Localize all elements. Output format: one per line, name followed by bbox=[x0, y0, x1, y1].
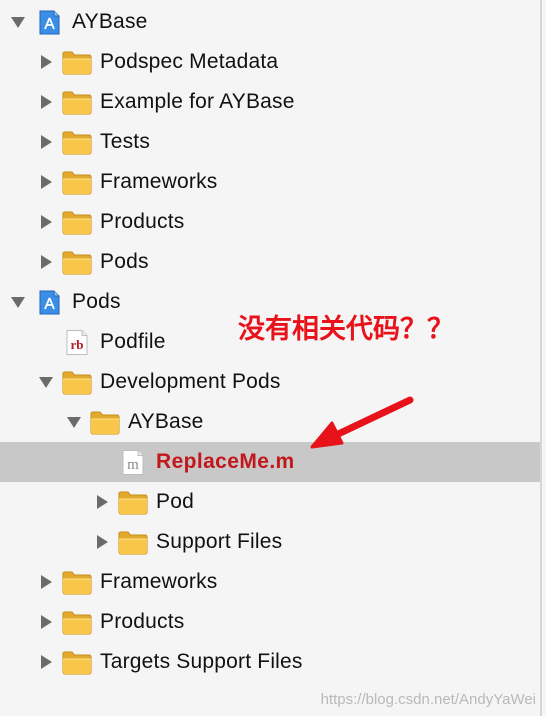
tree-row-support-files[interactable]: Support Files bbox=[0, 522, 540, 562]
tree-row-aybase[interactable]: AYBase bbox=[0, 402, 540, 442]
tree-item-label: Support Files bbox=[156, 530, 283, 553]
disclosure-expanded-icon[interactable] bbox=[10, 14, 26, 30]
tree-row-replaceme-m[interactable]: m ReplaceMe.m bbox=[0, 442, 540, 482]
annotation-arrow bbox=[310, 396, 414, 449]
tree-row-targets-support-files[interactable]: Targets Support Files bbox=[0, 642, 540, 682]
tree-item-label: Targets Support Files bbox=[100, 650, 303, 673]
project-icon bbox=[34, 10, 64, 35]
sidebar-divider bbox=[540, 0, 542, 716]
disclosure-collapsed-icon[interactable] bbox=[38, 134, 54, 150]
annotation-text: 没有相关代码？？ bbox=[238, 314, 454, 345]
folder-icon bbox=[118, 530, 148, 555]
disclosure-collapsed-icon[interactable] bbox=[38, 654, 54, 670]
tree-item-label: Products bbox=[100, 610, 185, 633]
disclosure-collapsed-icon[interactable] bbox=[38, 94, 54, 110]
disclosure-expanded-icon[interactable] bbox=[10, 294, 26, 310]
tree-row-development-pods[interactable]: Development Pods bbox=[0, 362, 540, 402]
disclosure-expanded-icon[interactable] bbox=[66, 414, 82, 430]
tree-item-label: ReplaceMe.m bbox=[156, 450, 295, 473]
watermark: https://blog.csdn.net/AndyYaWei bbox=[320, 691, 536, 708]
tree-row-products[interactable]: Products bbox=[0, 602, 540, 642]
ruby-file-icon: rb bbox=[62, 330, 92, 355]
folder-icon bbox=[118, 490, 148, 515]
tree-item-label: Pods bbox=[100, 250, 149, 273]
disclosure-collapsed-icon[interactable] bbox=[94, 534, 110, 550]
svg-text:rb: rb bbox=[71, 337, 84, 352]
svg-text:m: m bbox=[127, 457, 139, 473]
tree-item-label: Products bbox=[100, 210, 185, 233]
tree-row-frameworks[interactable]: Frameworks bbox=[0, 162, 540, 202]
tree-item-label: Frameworks bbox=[100, 570, 218, 593]
disclosure-collapsed-icon[interactable] bbox=[94, 494, 110, 510]
tree-item-label: Example for AYBase bbox=[100, 90, 295, 113]
disclosure-collapsed-icon[interactable] bbox=[38, 54, 54, 70]
tree-row-pods[interactable]: Pods bbox=[0, 242, 540, 282]
folder-icon bbox=[62, 90, 92, 115]
folder-icon bbox=[90, 410, 120, 435]
tree-row-example-for-aybase[interactable]: Example for AYBase bbox=[0, 82, 540, 122]
tree-row-products[interactable]: Products bbox=[0, 202, 540, 242]
tree-row-tests[interactable]: Tests bbox=[0, 122, 540, 162]
tree-item-label: Development Pods bbox=[100, 370, 281, 393]
folder-icon bbox=[62, 650, 92, 675]
folder-icon bbox=[62, 570, 92, 595]
tree-row-frameworks[interactable]: Frameworks bbox=[0, 562, 540, 602]
disclosure-expanded-icon[interactable] bbox=[38, 374, 54, 390]
tree-item-label: Pods bbox=[72, 290, 121, 313]
disclosure-collapsed-icon[interactable] bbox=[38, 574, 54, 590]
disclosure-collapsed-icon[interactable] bbox=[38, 214, 54, 230]
disclosure-collapsed-icon[interactable] bbox=[38, 174, 54, 190]
folder-icon bbox=[62, 610, 92, 635]
tree-item-label: Pod bbox=[156, 490, 194, 513]
tree-row-aybase[interactable]: AYBase bbox=[0, 2, 540, 42]
objc-file-icon: m bbox=[118, 450, 148, 475]
tree-row-podspec-metadata[interactable]: Podspec Metadata bbox=[0, 42, 540, 82]
tree-item-label: Podfile bbox=[100, 330, 166, 353]
folder-icon bbox=[62, 130, 92, 155]
folder-icon bbox=[62, 370, 92, 395]
folder-icon bbox=[62, 210, 92, 235]
disclosure-collapsed-icon[interactable] bbox=[38, 614, 54, 630]
tree-item-label: Tests bbox=[100, 130, 151, 153]
folder-icon bbox=[62, 170, 92, 195]
tree-item-label: AYBase bbox=[72, 10, 148, 33]
folder-icon bbox=[62, 250, 92, 275]
tree-item-label: Frameworks bbox=[100, 170, 218, 193]
folder-icon bbox=[62, 50, 92, 75]
tree-item-label: AYBase bbox=[128, 410, 204, 433]
tree-row-pod[interactable]: Pod bbox=[0, 482, 540, 522]
tree-item-label: Podspec Metadata bbox=[100, 50, 279, 73]
disclosure-collapsed-icon[interactable] bbox=[38, 254, 54, 270]
project-icon bbox=[34, 290, 64, 315]
